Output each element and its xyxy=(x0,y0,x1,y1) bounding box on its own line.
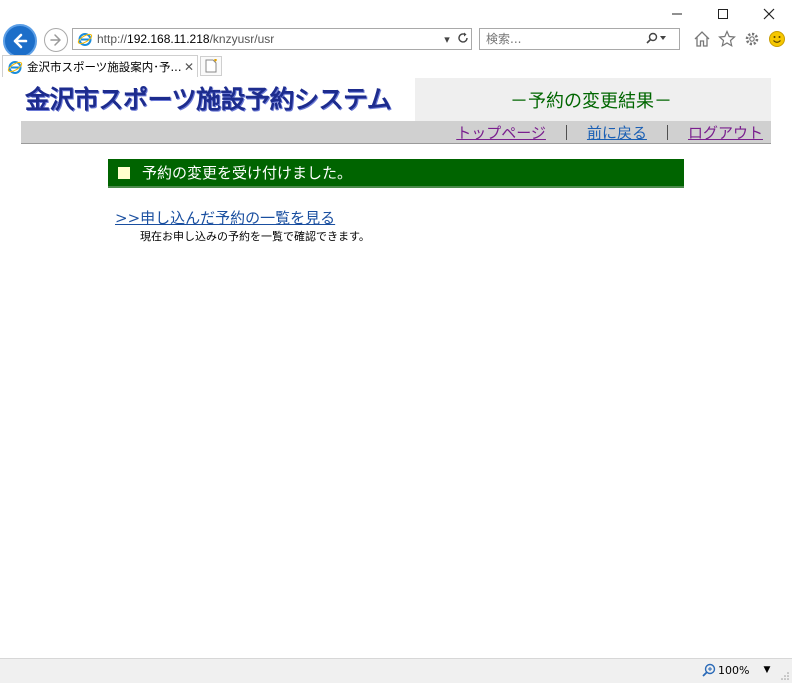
reservation-list-description: 現在お申し込みの予約を一覧で確認できます。 xyxy=(140,230,370,243)
refresh-icon[interactable] xyxy=(455,32,471,47)
ie-logo-icon xyxy=(77,33,93,46)
navigation-bar: http://192.168.11.218/knzyusr/usr ▾ xyxy=(0,24,792,58)
zoom-magnifier-icon xyxy=(702,663,716,677)
address-bar[interactable]: http://192.168.11.218/knzyusr/usr ▾ xyxy=(72,28,472,50)
nav-separator: ｜ xyxy=(558,123,574,142)
search-box[interactable] xyxy=(479,28,680,50)
address-text: http://192.168.11.218/knzyusr/usr xyxy=(97,32,439,46)
page-content: 金沢市スポーツ施設予約システム －予約の変更結果－ トップページ ｜ 前に戻る … xyxy=(0,77,792,658)
resize-grip-icon[interactable] xyxy=(780,671,790,681)
forward-arrow-icon xyxy=(50,34,61,46)
zoom-dropdown-icon[interactable]: ▼ xyxy=(763,665,770,675)
zoom-control[interactable]: 100% ▼ xyxy=(702,663,770,677)
address-prefix: http:// xyxy=(97,32,128,46)
close-tab-icon[interactable]: ✕ xyxy=(181,60,197,74)
page-title: －予約の変更結果－ xyxy=(510,90,672,112)
forward-button[interactable] xyxy=(44,28,68,52)
new-tab-icon xyxy=(205,59,217,73)
toolbar-icons xyxy=(690,27,788,51)
favorites-star-icon[interactable] xyxy=(715,27,738,51)
reservation-list-link[interactable]: >>申し込んだ予約の一覧を見る xyxy=(115,207,335,228)
tab-title: 金沢市スポーツ施設案内･予... xyxy=(27,59,181,74)
nav-link-back[interactable]: 前に戻る xyxy=(587,122,647,143)
result-message-bar: 予約の変更を受け付けました。 xyxy=(108,159,684,188)
zoom-level: 100% xyxy=(718,663,750,677)
address-path: /knzyusr/usr xyxy=(209,32,275,46)
home-icon[interactable] xyxy=(690,27,713,51)
tab-active[interactable]: 金沢市スポーツ施設案内･予... ✕ xyxy=(2,55,198,77)
address-host: 192.168.11.218 xyxy=(127,32,210,46)
nav-link-top-page[interactable]: トップページ xyxy=(456,122,546,143)
ie-tab-icon xyxy=(7,60,23,74)
search-icon[interactable] xyxy=(645,32,679,47)
back-button[interactable] xyxy=(3,24,37,58)
browser-window: http://192.168.11.218/knzyusr/usr ▾ 検索..… xyxy=(0,0,792,683)
result-message: 予約の変更を受け付けました。 xyxy=(142,164,353,182)
settings-gear-icon[interactable] xyxy=(740,27,763,51)
nav-link-logout[interactable]: ログアウト xyxy=(688,122,763,143)
site-logo[interactable]: 金沢市スポーツ施設予約システム xyxy=(21,78,415,121)
tab-bar: 金沢市スポーツ施設案内･予... ✕ xyxy=(0,55,792,77)
site-nav: トップページ ｜ 前に戻る ｜ ログアウト xyxy=(21,121,771,144)
address-dropdown-icon[interactable]: ▾ xyxy=(439,33,455,46)
status-bar: 100% ▼ xyxy=(0,658,792,683)
bullet-square-icon xyxy=(118,166,130,179)
nav-separator: ｜ xyxy=(659,123,675,142)
new-tab-button[interactable] xyxy=(200,56,222,76)
back-arrow-icon xyxy=(13,33,28,49)
search-input[interactable] xyxy=(486,32,645,46)
site-header: 金沢市スポーツ施設予約システム －予約の変更結果－ xyxy=(21,78,771,121)
feedback-smiley-icon[interactable] xyxy=(765,27,788,51)
